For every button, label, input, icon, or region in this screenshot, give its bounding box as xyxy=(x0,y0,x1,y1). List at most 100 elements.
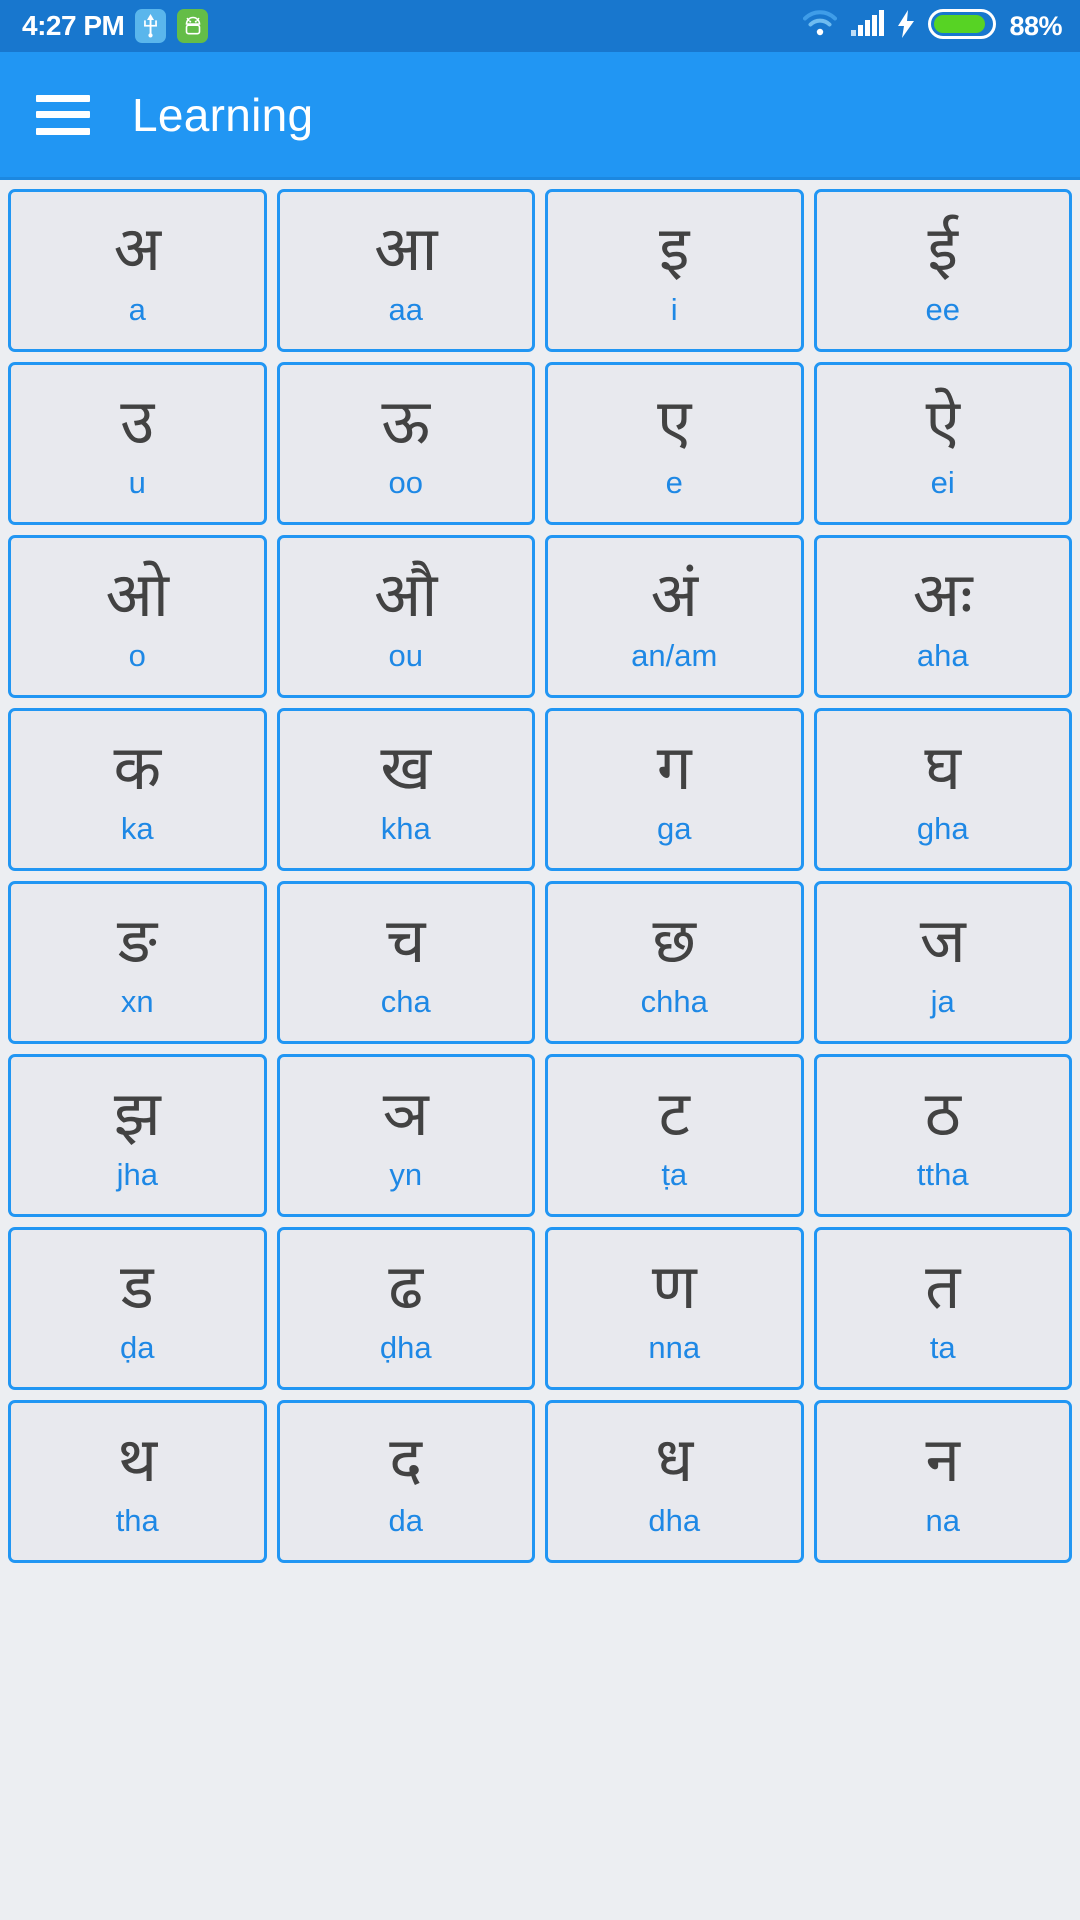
letter-glyph: छ xyxy=(652,903,696,977)
hamburger-bar-1 xyxy=(36,94,90,102)
letter-card[interactable]: अa xyxy=(8,189,267,352)
letter-glyph: ओ xyxy=(105,557,169,631)
page-title: Learning xyxy=(132,88,314,141)
hamburger-bar-3 xyxy=(36,127,90,135)
letter-transliteration: jha xyxy=(116,1157,158,1192)
status-bar-left: 4:27 PM xyxy=(22,9,209,43)
letter-glyph: ख xyxy=(380,730,432,804)
letter-transliteration: a xyxy=(128,292,146,327)
letter-transliteration: yn xyxy=(389,1157,423,1192)
letter-glyph: ञ xyxy=(382,1076,429,1150)
wifi-icon xyxy=(803,10,838,42)
letter-glyph: थ xyxy=(117,1422,158,1496)
letter-glyph: न xyxy=(925,1422,960,1496)
letter-transliteration: aha xyxy=(916,638,969,673)
letter-glyph: झ xyxy=(113,1076,161,1150)
letter-transliteration: ḍa xyxy=(120,1330,155,1365)
letter-transliteration: ḍha xyxy=(379,1330,432,1365)
letter-glyph: ग xyxy=(656,730,692,804)
usb-icon xyxy=(135,9,167,43)
letter-transliteration: an/am xyxy=(631,638,718,673)
status-bar-right: 88% xyxy=(803,8,1062,44)
letter-card[interactable]: ङ xn xyxy=(8,881,267,1044)
letter-card[interactable]: ऐ ei xyxy=(813,362,1072,525)
letter-transliteration: dha xyxy=(648,1503,701,1538)
letter-card[interactable]: ई ee xyxy=(813,189,1072,352)
letter-glyph: इ xyxy=(659,211,690,285)
letter-card[interactable]: ध dha xyxy=(545,1400,804,1563)
letter-card[interactable]: ग ga xyxy=(545,708,804,871)
letter-card[interactable]: ञ yn xyxy=(276,1054,535,1217)
letter-card[interactable]: झ jha xyxy=(8,1054,267,1217)
letter-transliteration: kha xyxy=(380,811,431,846)
letter-glyph: द xyxy=(389,1422,423,1496)
letter-card[interactable]: ख kha xyxy=(276,708,535,871)
letter-transliteration: u xyxy=(128,465,146,500)
letter-card[interactable]: अः aha xyxy=(813,535,1072,698)
letter-card[interactable]: आ aa xyxy=(276,189,535,352)
letter-glyph: ट xyxy=(658,1076,690,1150)
battery-icon xyxy=(928,8,997,44)
letter-transliteration: ja xyxy=(930,984,955,1019)
letter-transliteration: ta xyxy=(929,1330,956,1365)
letter-transliteration: na xyxy=(925,1503,960,1538)
hamburger-menu-icon[interactable] xyxy=(36,94,90,135)
letter-transliteration: ṭa xyxy=(661,1157,688,1192)
letter-glyph: अ xyxy=(113,211,161,285)
letter-transliteration: chha xyxy=(640,984,708,1019)
letter-card[interactable]: च cha xyxy=(276,881,535,1044)
letter-glyph: ठ xyxy=(924,1076,961,1150)
letter-transliteration: aa xyxy=(388,292,423,327)
letter-card[interactable]: न na xyxy=(813,1400,1072,1563)
letter-card[interactable]: ढ ḍha xyxy=(276,1227,535,1390)
letter-card[interactable]: इi xyxy=(545,189,804,352)
letter-transliteration: o xyxy=(128,638,146,673)
letter-glyph: आ xyxy=(374,211,438,285)
letter-card[interactable]: औ ou xyxy=(276,535,535,698)
letter-transliteration: cha xyxy=(380,984,431,1019)
letter-card[interactable]: थ tha xyxy=(8,1400,267,1563)
signal-icon xyxy=(850,10,885,42)
charging-bolt-icon xyxy=(897,9,915,43)
letter-glyph: ऐ xyxy=(925,384,960,458)
letter-card[interactable]: ज ja xyxy=(813,881,1072,1044)
letter-glyph: औ xyxy=(374,557,438,631)
letter-glyph: ए xyxy=(657,384,692,458)
letter-glyph: ऊ xyxy=(381,384,431,458)
letter-transliteration: da xyxy=(388,1503,423,1538)
letter-card[interactable]: ट ṭa xyxy=(545,1054,804,1217)
letter-card[interactable]: छ chha xyxy=(545,881,804,1044)
letter-card[interactable]: ड ḍa xyxy=(8,1227,267,1390)
letter-transliteration: ka xyxy=(120,811,154,846)
status-bar-clock: 4:27 PM xyxy=(22,10,125,41)
letter-card[interactable]: ण nna xyxy=(545,1227,804,1390)
battery-percent-label: 88% xyxy=(1009,10,1062,41)
letter-grid: अ a आ aa इ i ई ee उ u ऊ oo ए e ऐ ei ओ o औ ou अं an/am अः aha क ka… xyxy=(0,180,1080,1563)
letter-transliteration: ei xyxy=(930,465,955,500)
letter-card[interactable]: ओo xyxy=(8,535,267,698)
letter-card[interactable]: ऊ oo xyxy=(276,362,535,525)
letter-card[interactable]: द da xyxy=(276,1400,535,1563)
letter-glyph: च xyxy=(386,903,426,977)
letter-transliteration: oo xyxy=(388,465,423,500)
letter-card[interactable]: अं an/am xyxy=(545,535,804,698)
letter-transliteration: xn xyxy=(120,984,154,1019)
letter-card[interactable]: क ka xyxy=(8,708,267,871)
letter-glyph: अं xyxy=(650,557,698,631)
android-icon xyxy=(177,9,209,43)
letter-card[interactable]: ठ ttha xyxy=(813,1054,1072,1217)
letter-transliteration: ga xyxy=(657,811,692,846)
letter-glyph: ध xyxy=(655,1422,694,1496)
letter-glyph: ङ xyxy=(117,903,158,977)
letter-card[interactable]: एe xyxy=(545,362,804,525)
letter-glyph: अः xyxy=(912,557,973,631)
letter-transliteration: ttha xyxy=(916,1157,969,1192)
letter-card[interactable]: घ gha xyxy=(813,708,1072,871)
letter-glyph: घ xyxy=(924,730,962,804)
letter-transliteration: gha xyxy=(916,811,969,846)
letter-card[interactable]: उu xyxy=(8,362,267,525)
letter-card[interactable]: त ta xyxy=(813,1227,1072,1390)
letter-glyph: ण xyxy=(651,1249,697,1323)
hamburger-bar-2 xyxy=(36,111,90,118)
letter-glyph: उ xyxy=(120,384,155,458)
